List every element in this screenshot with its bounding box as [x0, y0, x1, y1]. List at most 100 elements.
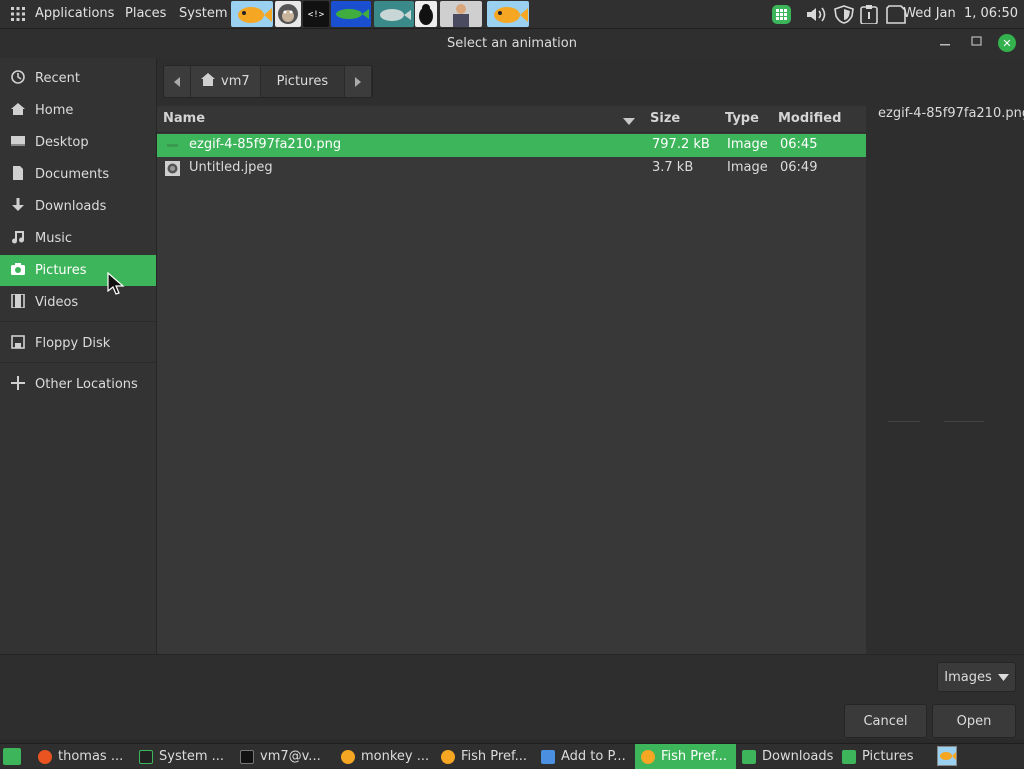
person-launcher-icon[interactable]	[440, 1, 482, 27]
home-icon	[201, 73, 215, 90]
file-name: ezgif-4-85f97fa210.png	[189, 137, 342, 152]
fish-icon	[641, 749, 655, 764]
ubuntu-icon	[38, 749, 52, 764]
sidebar-item-downloads[interactable]: Downloads	[0, 191, 156, 222]
column-modified[interactable]: Modified	[778, 111, 841, 126]
sidebar-item-floppy-disk[interactable]: Floppy Disk	[0, 328, 156, 359]
menu-places[interactable]: Places	[125, 6, 166, 21]
sidebar-item-home[interactable]: Home	[0, 95, 156, 126]
task-label: Fish Pref...	[461, 749, 527, 764]
sort-down-icon[interactable]	[623, 115, 635, 130]
clipboard-icon[interactable]	[859, 5, 879, 25]
file-list[interactable]: Name Size Type Modified ezgif-4-85f97fa2…	[157, 106, 866, 683]
task-label: Pictures	[862, 749, 914, 764]
task-label: Add to P...	[561, 749, 626, 764]
sidebar-item-desktop[interactable]: Desktop	[0, 127, 156, 158]
terminal-icon	[240, 749, 254, 764]
sidebar-item-label: Floppy Disk	[35, 336, 111, 351]
file-type: Image	[727, 160, 768, 175]
file-row[interactable]: ezgif-4-85f97fa210.png 797.2 kB Image 06…	[157, 134, 866, 157]
fish-launcher-icon[interactable]	[374, 1, 414, 27]
sidebar-item-label: Videos	[35, 295, 79, 310]
sidebar-item-label: Music	[35, 231, 72, 246]
task-fish-prefs[interactable]: Fish Pref...	[435, 744, 535, 769]
task-pictures[interactable]: Pictures	[836, 744, 936, 769]
path-current-label: Pictures	[276, 74, 329, 89]
window-icon	[541, 749, 555, 764]
task-label: Downloads	[762, 749, 834, 764]
image-file-icon	[165, 161, 180, 176]
preview-pane: ezgif-4-85f97fa210.png	[866, 106, 1024, 683]
shield-icon[interactable]	[833, 5, 855, 24]
fish-launcher-icon[interactable]	[331, 1, 371, 27]
maximize-icon[interactable]	[971, 35, 982, 50]
fish-icon	[441, 749, 455, 764]
sidebar-item-label: Pictures	[35, 263, 87, 278]
task-monkey[interactable]: monkey ...	[335, 744, 435, 769]
goldfish-launcher-icon[interactable]	[231, 1, 273, 27]
task-label: Fish Pref...	[661, 749, 727, 764]
menu-applications[interactable]: Applications	[35, 6, 114, 21]
file-modified: 06:45	[780, 137, 818, 152]
penguin-launcher-icon[interactable]	[415, 1, 437, 27]
clock-icon	[10, 69, 26, 88]
sidebar-item-music[interactable]: Music	[0, 223, 156, 254]
task-terminal[interactable]: vm7@v...	[234, 744, 334, 769]
sidebar-item-documents[interactable]: Documents	[0, 159, 156, 190]
file-row[interactable]: Untitled.jpeg 3.7 kB Image 06:49	[157, 157, 866, 180]
task-fish-prefs-active[interactable]: Fish Pref...	[635, 744, 736, 769]
goldfish-launcher-icon[interactable]	[487, 1, 529, 27]
file-size: 3.7 kB	[652, 160, 694, 175]
sidebar-item-other-locations[interactable]: Other Locations	[0, 369, 156, 400]
preview-divider	[944, 421, 984, 422]
task-thomas[interactable]: thomas ...	[32, 744, 132, 769]
task-label: System ...	[159, 749, 225, 764]
film-icon	[10, 292, 26, 312]
path-home-label: vm7	[221, 74, 250, 89]
monkey-launcher-icon[interactable]	[275, 1, 301, 27]
sidebar-item-videos[interactable]: Videos	[0, 287, 156, 318]
floppy-icon	[10, 334, 26, 353]
music-icon	[10, 230, 26, 248]
sidebar-item-recent[interactable]: Recent	[0, 63, 156, 94]
cancel-button[interactable]: Cancel	[844, 704, 927, 738]
file-size: 797.2 kB	[652, 137, 710, 152]
path-home-button[interactable]: vm7	[191, 66, 261, 97]
sidebar-item-label: Other Locations	[35, 377, 138, 392]
network-icon[interactable]	[772, 5, 791, 24]
task-label: monkey ...	[361, 749, 430, 764]
apps-grid-icon[interactable]	[10, 6, 26, 22]
column-size[interactable]: Size	[650, 111, 680, 126]
places-sidebar: Recent Home Desktop Documents Downloads	[0, 58, 157, 683]
sidebar-item-label: Recent	[35, 71, 80, 86]
path-current-button[interactable]: Pictures	[260, 66, 346, 97]
column-type[interactable]: Type	[725, 111, 759, 126]
column-name[interactable]: Name	[163, 111, 205, 126]
task-system[interactable]: System ...	[133, 744, 233, 769]
close-icon[interactable]: ✕	[998, 34, 1016, 52]
image-file-icon	[165, 138, 180, 153]
clock[interactable]: Wed Jan 1, 06:50	[903, 6, 1018, 21]
svg-text:<!>: <!>	[308, 10, 325, 20]
dialog-title: Select an animation	[447, 36, 577, 51]
volume-icon[interactable]	[806, 5, 830, 24]
task-add-to-panel[interactable]: Add to P...	[535, 744, 635, 769]
fish-applet-icon[interactable]	[937, 746, 957, 766]
file-modified: 06:49	[780, 160, 818, 175]
home-icon	[10, 102, 26, 120]
file-type-filter[interactable]: Images	[937, 662, 1016, 692]
task-downloads[interactable]: Downloads	[736, 744, 836, 769]
minimize-icon[interactable]	[940, 35, 950, 50]
task-label: vm7@v...	[260, 749, 321, 764]
menu-system[interactable]: System	[179, 6, 227, 21]
file-list-header: Name Size Type Modified	[157, 106, 866, 133]
path-forward-button[interactable]	[345, 66, 373, 97]
sidebar-item-label: Downloads	[35, 199, 107, 214]
dialog-actions: Images Cancel Open	[0, 654, 1024, 739]
open-button[interactable]: Open	[932, 704, 1016, 738]
sidebar-item-pictures[interactable]: Pictures	[0, 255, 156, 286]
show-desktop-button[interactable]	[3, 748, 21, 765]
terminal-launcher-icon[interactable]: <!>	[303, 1, 329, 27]
path-back-button[interactable]	[164, 66, 191, 97]
task-label: thomas ...	[58, 749, 124, 764]
